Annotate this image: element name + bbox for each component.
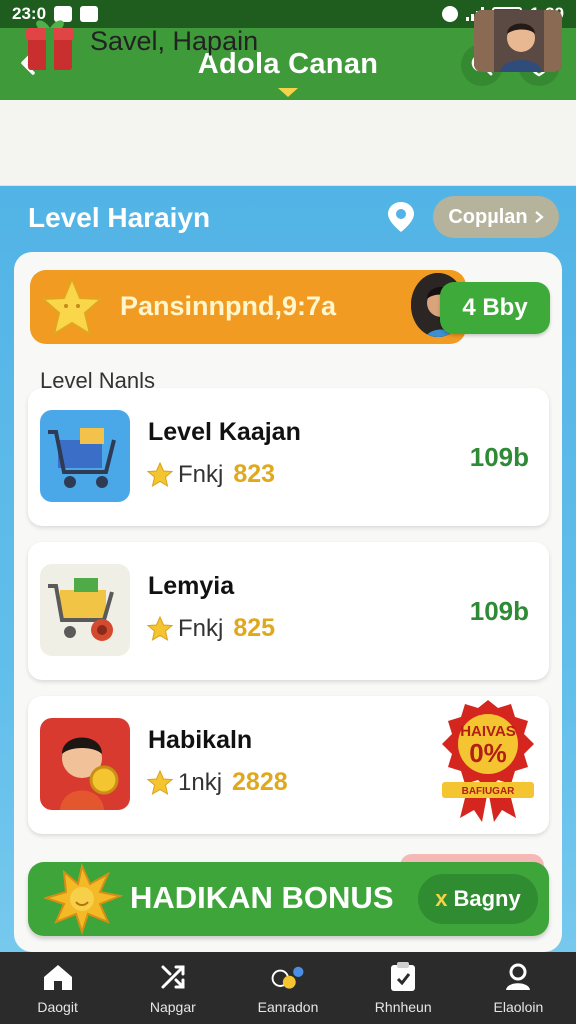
sun-icon [44,862,124,936]
card-subline: Fnkj 825 [146,614,275,643]
card-title: Habikaln [148,726,253,754]
nav-item-swap[interactable]: Napgar [115,952,230,1024]
location-pin-icon[interactable] [386,200,416,234]
level-card[interactable]: Level Kaajan Fnkj 823 109b [28,388,549,526]
star-icon [146,769,174,795]
message-icon [80,6,99,22]
bonus-pill-label: Bagny [453,886,521,911]
nav-item-clipboard[interactable]: Rhnheun [346,952,461,1024]
nav-item-profile[interactable]: Elaoloin [461,952,576,1024]
dropdown-caret-icon[interactable] [278,88,298,97]
badge-percent-text: 0% [469,738,507,768]
bottom-navigation: Daogit Napgar Eanradon Rhnheun Elaoloin [0,952,576,1024]
card-label: 1nkj [178,768,223,796]
level-title: Level Haraiyn [28,202,211,233]
nav-label: Napgar [149,999,196,1015]
user-icon [500,961,536,993]
clipboard-icon [385,961,421,993]
card-value: 2828 [232,768,288,796]
close-x-icon: x [435,886,448,911]
nav-label: Eanradon [257,999,319,1015]
card-label: Fnkj [178,460,224,488]
vibrate-icon [441,6,458,22]
shopping-cart-thumbnail [40,410,130,502]
nav-label: Rhnheun [374,999,432,1015]
card-title: Level Kaajan [148,418,301,446]
coins-icon [270,961,306,993]
promo-text: Pansinnpnd,9:7a [120,291,337,321]
discount-badge: HAIVAS 0% BAFIUGAR [442,700,534,822]
card-subline: Fnkj 823 [146,460,275,489]
badge-bottom-text: BAFIUGAR [462,786,516,797]
header-title: Savel, Hapain [90,26,259,56]
swap-icon [155,961,191,993]
boy-coin-thumbnail [40,718,130,810]
level-card[interactable]: Lemyia Fnkj 825 109b [28,542,549,680]
nav-item-home[interactable]: Daogit [0,952,115,1024]
nav-item-coins[interactable]: Eanradon [230,952,345,1024]
star-icon [146,461,174,487]
money-cart-thumbnail [40,564,130,656]
home-icon [40,961,76,993]
copulan-button-label: Copµlan [448,205,528,228]
nav-label: Elaoloin [493,999,544,1015]
star-icon [146,615,174,641]
bonus-text: HADIKAN BONUS [130,880,394,915]
card-reward: 109b [469,596,529,626]
bonus-pill-button[interactable]: x Bagny [418,874,538,924]
profile-avatar[interactable] [474,10,562,72]
card-value: 825 [233,614,276,642]
nav-label: Daogit [37,999,78,1015]
card-reward: 109b [469,442,529,472]
promo-pill-button[interactable]: 4 Bby [440,282,550,334]
gift-icon [26,20,74,70]
header-strip [0,100,576,186]
copulan-button[interactable]: Copµlan [433,196,559,238]
card-label: Fnkj [178,614,224,642]
card-value: 823 [233,460,276,488]
card-subline: 1nkj 2828 [146,768,288,797]
star-icon [40,276,104,337]
chevron-right-icon [534,211,544,223]
card-title: Lemyia [148,572,235,600]
